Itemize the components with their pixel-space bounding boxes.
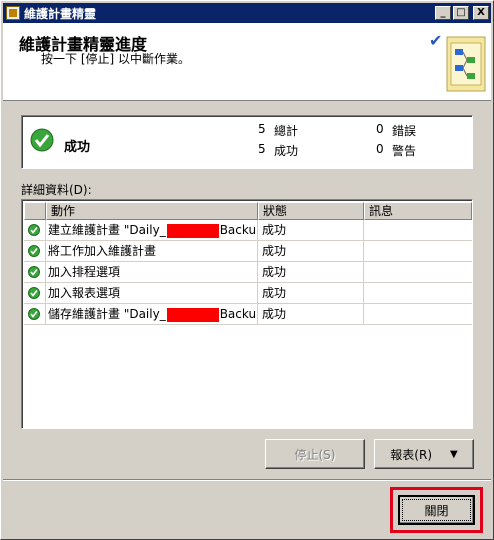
row-message	[364, 220, 472, 240]
error-label: 錯誤	[392, 124, 417, 138]
window-title: 維護計畫精靈	[24, 6, 97, 21]
row-message	[364, 304, 472, 324]
row-action-text: 加入報表選項	[48, 286, 121, 300]
wizard-app-icon	[6, 6, 20, 20]
row-status-icon-cell	[24, 283, 46, 303]
row-status: 成功	[258, 220, 364, 240]
row-action: 加入報表選項	[46, 283, 258, 303]
report-button-label: 報表(R)	[390, 447, 432, 462]
table-row[interactable]: 加入排程選項 成功	[24, 262, 472, 283]
row-message	[364, 262, 472, 282]
total-count: 5	[258, 122, 266, 136]
redaction-block	[166, 223, 219, 238]
success-icon	[28, 224, 40, 236]
row-action: 建立維護計畫 "Daily_ Backu...	[46, 220, 258, 240]
row-status-icon-cell	[24, 262, 46, 282]
row-action: 將工作加入維護計畫	[46, 241, 258, 261]
page-subtitle: 按一下 [停止] 以中斷作業。	[41, 52, 190, 66]
warning-label: 警告	[392, 144, 417, 158]
success-icon	[28, 245, 40, 257]
success-icon	[28, 287, 40, 299]
row-message	[364, 283, 472, 303]
wizard-header: 維護計畫精靈進度 按一下 [停止] 以中斷作業。 ✔	[3, 23, 491, 101]
success-count: 5	[258, 142, 266, 156]
row-status-icon-cell	[24, 220, 46, 240]
close-window-button[interactable]: X	[473, 6, 489, 20]
row-action-suffix: Backu...	[219, 223, 257, 237]
row-action-suffix: Backu...	[219, 307, 257, 321]
error-count: 0	[376, 122, 384, 136]
success-icon	[30, 128, 54, 152]
col-message[interactable]: 訊息	[364, 202, 472, 220]
row-status-icon-cell	[24, 241, 46, 261]
stop-button[interactable]: 停止(S)	[265, 439, 365, 469]
success-icon	[28, 266, 40, 278]
row-action-text: 將工作加入維護計畫	[48, 244, 157, 258]
title-bar[interactable]: 維護計畫精靈 _ □ X	[3, 3, 491, 23]
row-status: 成功	[258, 283, 364, 303]
table-row[interactable]: 將工作加入維護計畫 成功	[24, 241, 472, 262]
col-icon[interactable]	[24, 202, 46, 220]
report-button[interactable]: 報表(R) ▼	[374, 439, 474, 469]
row-action-text: 建立維護計畫 "Daily_	[48, 223, 166, 237]
row-message	[364, 241, 472, 261]
success-icon	[28, 308, 40, 320]
row-action: 加入排程選項	[46, 262, 258, 282]
row-status: 成功	[258, 262, 364, 282]
row-status-icon-cell	[24, 304, 46, 324]
grid-header: 動作 狀態 訊息	[24, 202, 472, 220]
row-status: 成功	[258, 304, 364, 324]
chevron-down-icon: ▼	[450, 448, 458, 460]
footer-separator	[3, 479, 491, 481]
table-row[interactable]: 加入報表選項 成功	[24, 283, 472, 304]
col-status[interactable]: 狀態	[258, 202, 364, 220]
row-action: 儲存維護計畫 "Daily_ Backu...	[46, 304, 258, 324]
summary-panel: 成功 5 總計 5 成功 0 錯誤 0 警告	[21, 115, 473, 169]
table-row[interactable]: 儲存維護計畫 "Daily_ Backu...成功	[24, 304, 472, 325]
redaction-block	[166, 307, 219, 322]
total-label: 總計	[274, 124, 299, 138]
row-action-text: 儲存維護計畫 "Daily_	[48, 307, 166, 321]
maximize-button[interactable]: □	[453, 6, 469, 20]
warning-count: 0	[376, 142, 384, 156]
summary-status: 成功	[64, 140, 91, 155]
grid-rows: 建立維護計畫 "Daily_Backu...成功將工作加入維護計畫成功加入排程選…	[24, 220, 472, 325]
checkmark-icon: ✔	[429, 31, 443, 50]
wizard-graphic-icon	[446, 36, 486, 92]
close-button[interactable]: 關閉	[398, 495, 475, 525]
row-status: 成功	[258, 241, 364, 261]
col-action[interactable]: 動作	[46, 202, 258, 220]
row-action-text: 加入排程選項	[48, 265, 121, 279]
success-label: 成功	[274, 144, 299, 158]
table-row[interactable]: 建立維護計畫 "Daily_ Backu...成功	[24, 220, 472, 241]
details-label: 詳細資料(D):	[21, 183, 92, 197]
wizard-window: 維護計畫精靈 _ □ X 維護計畫精靈進度 按一下 [停止] 以中斷作業。 ✔ …	[0, 0, 494, 540]
minimize-button[interactable]: _	[435, 6, 451, 20]
details-grid[interactable]: 動作 狀態 訊息 建立維護計畫 "Daily_Backu...成功將工作加入維護…	[21, 199, 473, 429]
